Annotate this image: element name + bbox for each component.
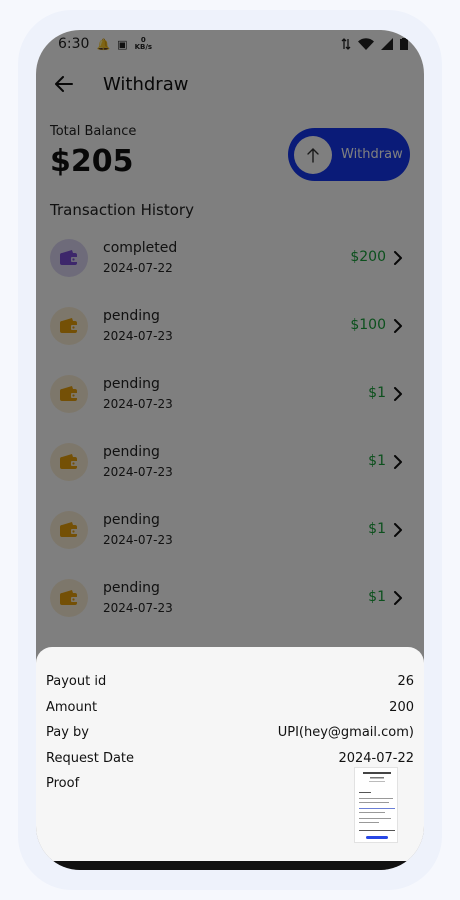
proof-label: Proof (46, 776, 80, 791)
pay-by-row: Pay by UPI(hey@gmail.com) (46, 725, 414, 745)
amount-label: Amount (46, 700, 98, 715)
payout-detail-sheet: Payout id 26 Amount 200 Pay by UPI(hey@g… (36, 647, 424, 861)
amount-value: 200 (389, 700, 414, 715)
pay-by-value: UPI(hey@gmail.com) (277, 725, 414, 740)
payout-id-label: Payout id (46, 674, 107, 689)
receipt-document-icon (359, 772, 395, 839)
phone-screen: 6:30 🔔 ▣ 0 KB/s Withdraw Total (36, 30, 424, 870)
pay-by-label: Pay by (46, 725, 89, 740)
amount-row: Amount 200 (46, 700, 414, 720)
bottom-navigation-bar (36, 861, 424, 870)
request-date-label: Request Date (46, 751, 135, 766)
payout-id-row: Payout id 26 (46, 674, 414, 694)
proof-image[interactable] (354, 767, 398, 843)
payout-id-value: 26 (397, 674, 414, 689)
